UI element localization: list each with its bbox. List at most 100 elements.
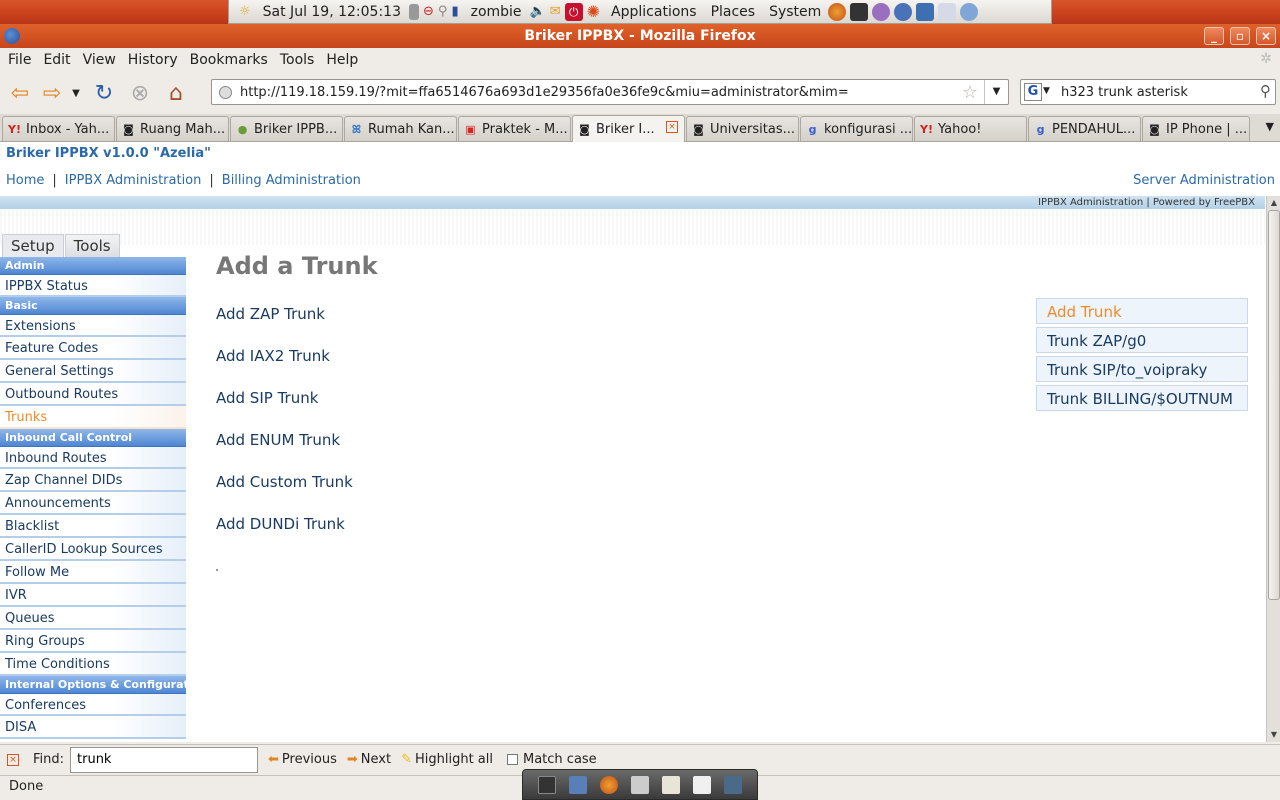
tab[interactable]: g PENDAHUL... bbox=[1028, 116, 1141, 141]
menu-bookmarks[interactable]: Bookmarks bbox=[184, 52, 274, 68]
search-bar[interactable]: G ▼ h323 trunk asterisk ⚲ bbox=[1020, 79, 1276, 105]
url-text[interactable]: http://119.18.159.19/?mit=ffa6514676a693… bbox=[240, 85, 849, 100]
search-icon[interactable]: ⚲ bbox=[1260, 82, 1271, 100]
minimize-icon[interactable]: _ bbox=[1204, 27, 1224, 45]
weather-icon[interactable]: ☼ bbox=[239, 3, 251, 21]
sidebar-item-trunks[interactable]: Trunks bbox=[0, 406, 186, 429]
trunk-list-item[interactable]: Trunk BILLING/$OUTNUM bbox=[1036, 385, 1248, 411]
match-case-checkbox[interactable]: Match case bbox=[507, 752, 597, 767]
add-enum-trunk-link[interactable]: Add ENUM Trunk bbox=[216, 431, 340, 449]
sidebar-item-ippbx-status[interactable]: IPPBX Status bbox=[0, 275, 186, 297]
url-bar[interactable]: http://119.18.159.19/?mit=ffa6514676a693… bbox=[211, 79, 1009, 105]
scrollbar-thumb[interactable] bbox=[1268, 210, 1280, 600]
add-sip-trunk-link[interactable]: Add SIP Trunk bbox=[216, 389, 318, 407]
forward-icon[interactable]: ⇨ bbox=[36, 77, 68, 109]
sidebar-item-inbound-routes[interactable]: Inbound Routes bbox=[0, 447, 186, 469]
add-custom-trunk-link[interactable]: Add Custom Trunk bbox=[216, 473, 353, 491]
trunk-list-item[interactable]: Trunk ZAP/g0 bbox=[1036, 327, 1248, 353]
menu-system[interactable]: System bbox=[769, 4, 821, 20]
nav-billing-admin-link[interactable]: Billing Administration bbox=[222, 173, 361, 188]
tab[interactable]: Y! Yahoo! bbox=[914, 116, 1027, 141]
find-next-button[interactable]: ➡ Next bbox=[347, 752, 391, 767]
tab-tools[interactable]: Tools bbox=[64, 234, 120, 257]
misc-launcher-icon[interactable] bbox=[960, 2, 979, 21]
sidebar-item-extensions[interactable]: Extensions bbox=[0, 315, 186, 337]
scroll-down-icon[interactable]: ▼ bbox=[1268, 729, 1280, 741]
tab[interactable]: ◙ Universitas... bbox=[686, 116, 799, 141]
search-query[interactable]: h323 trunk asterisk bbox=[1061, 85, 1188, 100]
highlight-all-button[interactable]: ✎ Highlight all bbox=[401, 752, 493, 767]
files-task-icon[interactable] bbox=[630, 775, 649, 794]
menu-edit[interactable]: Edit bbox=[37, 52, 76, 68]
site-identity-icon[interactable] bbox=[219, 86, 232, 99]
menu-view[interactable]: View bbox=[77, 52, 122, 68]
find-close-icon[interactable]: × bbox=[7, 753, 19, 766]
tab[interactable]: ◙ IP Phone | ... bbox=[1142, 116, 1250, 141]
panel-clock[interactable]: Sat Jul 19, 12:05:13 bbox=[263, 4, 401, 20]
trunk-list-item-add[interactable]: Add Trunk bbox=[1036, 298, 1248, 324]
server-administration-link[interactable]: Server Administration bbox=[1133, 173, 1275, 188]
history-dropdown-icon[interactable]: ▼ bbox=[68, 77, 84, 109]
menu-file[interactable]: File bbox=[2, 52, 37, 68]
sidebar-item-zap-channel-dids[interactable]: Zap Channel DIDs bbox=[0, 469, 186, 492]
sidebar-item-blacklist[interactable]: Blacklist bbox=[0, 515, 186, 538]
menu-tools[interactable]: Tools bbox=[274, 52, 321, 68]
pidgin-launcher-icon[interactable] bbox=[872, 2, 891, 21]
url-dropdown-icon[interactable]: ▼ bbox=[984, 80, 1008, 104]
mail-launcher-icon[interactable] bbox=[916, 2, 935, 21]
panel-user[interactable]: zombie bbox=[471, 4, 522, 20]
stop-icon[interactable]: ⊗ bbox=[124, 77, 156, 109]
nav-ippbx-admin-link[interactable]: IPPBX Administration bbox=[65, 173, 202, 188]
tab-setup[interactable]: Setup bbox=[2, 234, 64, 257]
tab[interactable]: ꕤ Rumah Kan... bbox=[344, 116, 457, 141]
sidebar-item-callerid-lookup-sources[interactable]: CallerID Lookup Sources bbox=[0, 538, 186, 561]
nav-home-link[interactable]: Home bbox=[6, 173, 44, 188]
firefox-task-icon[interactable] bbox=[599, 775, 618, 794]
sidebar-item-announcements[interactable]: Announcements bbox=[0, 492, 186, 515]
menu-history[interactable]: History bbox=[122, 52, 184, 68]
tab-list-dropdown-icon[interactable]: ▼ bbox=[1266, 120, 1274, 133]
sidebar-item-time-conditions[interactable]: Time Conditions bbox=[0, 653, 186, 676]
reload-icon[interactable]: ↻ bbox=[88, 77, 120, 109]
close-icon[interactable]: × bbox=[1256, 27, 1276, 45]
menu-applications[interactable]: Applications bbox=[611, 4, 697, 20]
terminal-launcher-icon[interactable] bbox=[850, 2, 869, 21]
firefox-launcher-icon[interactable] bbox=[828, 2, 847, 21]
checkbox-box[interactable] bbox=[507, 754, 518, 765]
sidebar-item-general-settings[interactable]: General Settings bbox=[0, 360, 186, 383]
trunk-list-item[interactable]: Trunk SIP/to_voipraky bbox=[1036, 356, 1248, 382]
add-iax2-trunk-link[interactable]: Add IAX2 Trunk bbox=[216, 347, 330, 365]
vertical-scrollbar[interactable]: ▲ ▼ bbox=[1266, 196, 1280, 742]
add-zap-trunk-link[interactable]: Add ZAP Trunk bbox=[216, 305, 325, 323]
engine-dropdown-icon[interactable]: ▼ bbox=[1043, 86, 1050, 96]
gimp-task-icon[interactable] bbox=[568, 775, 587, 794]
sidebar-item-outbound-routes[interactable]: Outbound Routes bbox=[0, 383, 186, 406]
app-task-icon[interactable] bbox=[724, 775, 743, 794]
add-dundi-trunk-link[interactable]: Add DUNDi Trunk bbox=[216, 515, 345, 533]
find-previous-button[interactable]: ⬅ Previous bbox=[268, 752, 337, 767]
scroll-up-icon[interactable]: ▲ bbox=[1268, 197, 1280, 209]
menu-places[interactable]: Places bbox=[711, 4, 756, 20]
search-icon[interactable]: ⚲ bbox=[438, 3, 448, 21]
google-engine-icon[interactable]: G bbox=[1024, 83, 1042, 101]
tab[interactable]: Y! Inbox - Yah... bbox=[2, 116, 115, 141]
maximize-icon[interactable]: ▫ bbox=[1230, 27, 1250, 45]
sidebar-item-queues[interactable]: Queues bbox=[0, 607, 186, 630]
bookmark-star-icon[interactable]: ☆ bbox=[962, 82, 978, 103]
sidebar-item-ivr[interactable]: IVR bbox=[0, 584, 186, 607]
sidebar-item-follow-me[interactable]: Follow Me bbox=[0, 561, 186, 584]
app-launcher-icon[interactable] bbox=[894, 2, 913, 21]
sidebar-item-conferences[interactable]: Conferences bbox=[0, 694, 186, 716]
editor-launcher-icon[interactable] bbox=[938, 2, 957, 21]
tab[interactable]: ▣ Praktek - M... bbox=[458, 116, 571, 141]
volume-icon[interactable]: 🔈 bbox=[530, 3, 546, 21]
notes-task-icon[interactable] bbox=[693, 775, 712, 794]
home-icon[interactable]: ⌂ bbox=[160, 77, 192, 109]
tab-close-icon[interactable]: × bbox=[666, 121, 678, 133]
power-icon[interactable]: ⏻ bbox=[564, 2, 583, 21]
sidebar-item-ring-groups[interactable]: Ring Groups bbox=[0, 630, 186, 653]
tab[interactable]: ● Briker IPPB... bbox=[230, 116, 343, 141]
tab-active[interactable]: ◙ Briker I... × bbox=[572, 115, 685, 142]
tab[interactable]: ◙ Ruang Mah... bbox=[116, 116, 229, 141]
find-input[interactable] bbox=[70, 746, 259, 773]
